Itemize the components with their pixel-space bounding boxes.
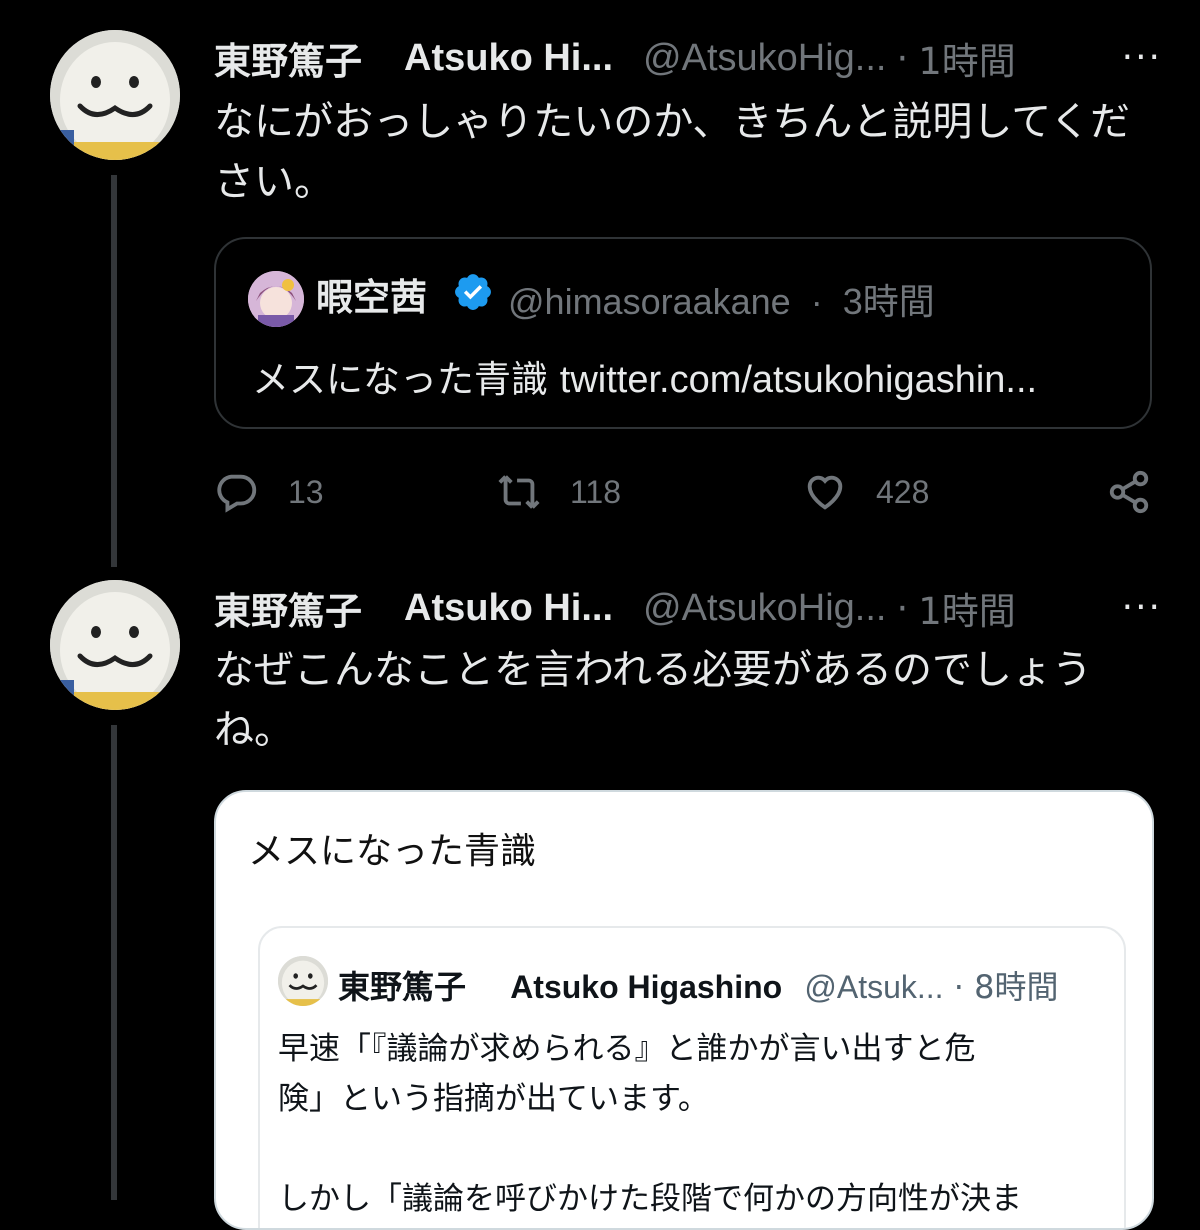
share-button[interactable] bbox=[1106, 462, 1180, 522]
separator-dot: · bbox=[953, 968, 964, 1006]
embedded-avatar bbox=[278, 956, 328, 1006]
like-icon bbox=[807, 475, 843, 510]
quote-timestamp[interactable]: 3時間 bbox=[843, 281, 935, 322]
reply-icon bbox=[217, 474, 257, 513]
attached-image[interactable]: メスになった青識 東野篤子 Atsuko Higashino @Atsuk...… bbox=[214, 790, 1154, 1230]
embedded-text: 早速「『議論が求められる』と誰かが言い出すと危 険」という指摘が出ています。 し… bbox=[278, 1031, 1022, 1217]
separator-dot: · bbox=[896, 36, 909, 80]
separator-dot: · bbox=[810, 281, 823, 322]
like-button[interactable]: 428 bbox=[802, 462, 929, 522]
like-count: 428 bbox=[876, 473, 930, 510]
alt-name[interactable]: Atsuko Hi... bbox=[404, 37, 613, 80]
quote-tweet-card[interactable]: 暇空茜 @himasoraakane · 3時間 メスになった青識 twitte… bbox=[214, 237, 1152, 429]
image-title: メスになった青識 bbox=[248, 831, 537, 872]
timestamp[interactable]: 1時間 bbox=[918, 31, 1016, 85]
retweet-icon bbox=[498, 475, 540, 509]
quote-avatar bbox=[248, 271, 304, 327]
embedded-header: 東野篤子 Atsuko Higashino @Atsuk... · 8時間 bbox=[338, 962, 1058, 1008]
thread-line bbox=[111, 175, 117, 567]
embedded-handle: @Atsuk... bbox=[804, 969, 944, 1005]
quote-display-name[interactable]: 暇空茜 bbox=[316, 267, 427, 321]
quote-text-body: メスになった青識 bbox=[252, 358, 560, 401]
more-icon[interactable]: ··· bbox=[1122, 590, 1162, 626]
handle[interactable]: @AtsukoHig... bbox=[643, 37, 886, 80]
embedded-timestamp: 8時間 bbox=[974, 968, 1059, 1006]
quote-link[interactable]: twitter.com/atsukohigashin... bbox=[560, 359, 1037, 401]
reply-count: 13 bbox=[288, 473, 324, 510]
avatar[interactable] bbox=[50, 580, 180, 710]
tweet-text: なにがおっしゃりたいのか、きちんと説明してくだ さい。 bbox=[214, 99, 1130, 205]
quote-meta: @himasoraakane · 3時間 bbox=[508, 273, 935, 325]
action-bar: 13 118 428 bbox=[214, 462, 1164, 522]
quote-handle[interactable]: @himasoraakane bbox=[508, 281, 791, 322]
tweet-header: 東野篤子 Atsuko Hi... @AtsukoHig... · 1時間 bbox=[214, 578, 1160, 638]
thread-line bbox=[111, 725, 117, 1200]
handle[interactable]: @AtsukoHig... bbox=[643, 587, 886, 630]
verified-badge-icon bbox=[455, 274, 491, 310]
avatar[interactable] bbox=[50, 30, 180, 160]
reply-button[interactable]: 13 bbox=[214, 462, 324, 522]
display-name[interactable]: 東野篤子 bbox=[214, 581, 362, 635]
retweet-count: 118 bbox=[570, 473, 622, 510]
more-icon[interactable]: ··· bbox=[1122, 40, 1162, 76]
separator-dot: · bbox=[896, 586, 909, 630]
share-icon bbox=[1109, 470, 1149, 514]
timestamp[interactable]: 1時間 bbox=[918, 581, 1016, 635]
display-name[interactable]: 東野篤子 bbox=[214, 31, 362, 85]
alt-name[interactable]: Atsuko Hi... bbox=[404, 587, 613, 630]
embedded-display-name: 東野篤子 bbox=[338, 968, 467, 1006]
quote-text: メスになった青識 twitter.com/atsukohigashin... bbox=[252, 349, 1037, 403]
tweet-header: 東野篤子 Atsuko Hi... @AtsukoHig... · 1時間 bbox=[214, 28, 1160, 88]
tweet-text: なぜこんなことを言われる必要があるのでしょう ね。 bbox=[214, 647, 1092, 753]
embedded-tweet: 東野篤子 Atsuko Higashino @Atsuk... · 8時間 早速… bbox=[258, 926, 1126, 1228]
retweet-button[interactable]: 118 bbox=[496, 462, 621, 522]
embedded-alt-name: Atsuko Higashino bbox=[510, 969, 783, 1005]
